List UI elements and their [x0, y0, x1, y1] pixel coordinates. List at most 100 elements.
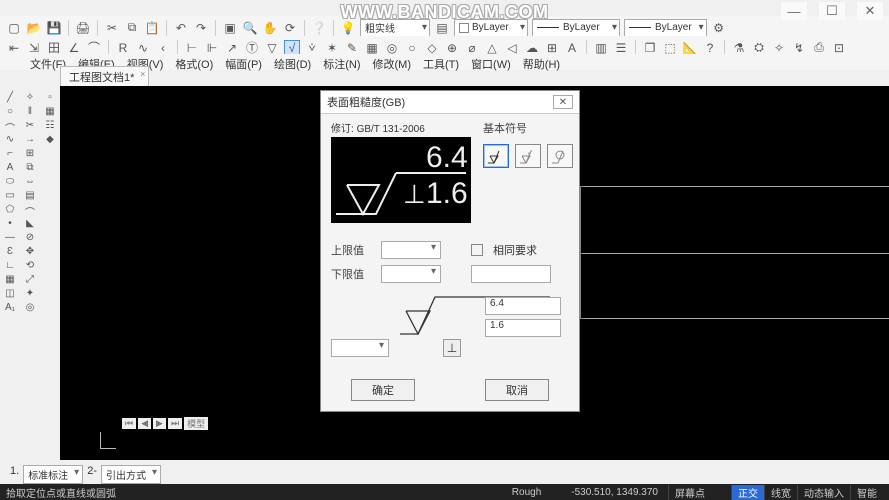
- angle-tool-icon[interactable]: ∟: [2, 260, 18, 273]
- refresh-icon[interactable]: ⟳: [282, 20, 298, 36]
- nav-next-icon[interactable]: ▶: [153, 418, 166, 429]
- copy-icon[interactable]: ⧉: [124, 20, 140, 36]
- upper-limit-combo[interactable]: [381, 241, 441, 259]
- symbol-option-1[interactable]: [483, 144, 509, 168]
- nav-last-icon[interactable]: ⏭: [168, 418, 182, 429]
- arc-tool-icon[interactable]: ⌒: [2, 120, 18, 133]
- scale-tool-icon[interactable]: ⤢: [22, 274, 38, 287]
- menu-tools[interactable]: 工具(T): [423, 56, 459, 68]
- move-tool-icon[interactable]: ✥: [22, 246, 38, 259]
- hatch-tool-icon[interactable]: ▦: [2, 274, 18, 287]
- menu-annotate[interactable]: 标注(N): [323, 56, 360, 68]
- cancel-button[interactable]: 取消: [485, 379, 549, 401]
- status-screenpoint[interactable]: 屏幕点: [668, 485, 711, 500]
- value-top-input[interactable]: 6.4: [485, 297, 561, 315]
- zoom-fit-icon[interactable]: ▣: [222, 20, 238, 36]
- rect-tool-icon[interactable]: ▭: [2, 190, 18, 203]
- model-tab[interactable]: 模型: [184, 417, 208, 430]
- mode-1-combo[interactable]: 标准标注: [23, 465, 83, 484]
- dialog-close-icon[interactable]: ✕: [553, 95, 573, 109]
- document-tab-label: 工程图文档1*: [69, 72, 134, 84]
- menu-frame[interactable]: 幅面(P): [225, 56, 262, 68]
- other-tool-icon[interactable]: ◎: [22, 302, 38, 315]
- construct-tool-icon[interactable]: ✧: [22, 92, 38, 105]
- maximize-button[interactable]: ☐: [819, 2, 845, 20]
- close-button[interactable]: ✕: [857, 2, 883, 20]
- menu-help[interactable]: 帮助(H): [523, 56, 560, 68]
- redo-icon[interactable]: ↷: [193, 20, 209, 36]
- help-icon[interactable]: ❔: [311, 20, 327, 36]
- status-bar: 拾取定位点或直线或圆弧 Rough -530.510, 1349.370 屏幕点…: [0, 484, 889, 500]
- line-tool-icon[interactable]: ╱: [2, 92, 18, 105]
- aux4-icon[interactable]: ◆: [42, 134, 58, 147]
- explode-tool-icon[interactable]: ✦: [22, 288, 38, 301]
- new-icon[interactable]: ▢: [6, 20, 22, 36]
- grid-tool-icon[interactable]: ⊞: [22, 148, 38, 161]
- text-tool-icon[interactable]: A: [2, 162, 18, 175]
- value-bottom-input[interactable]: 1.6: [485, 319, 561, 337]
- menu-modify[interactable]: 修改(M): [373, 56, 412, 68]
- zoom-window-icon[interactable]: 🔍: [242, 20, 258, 36]
- polyline-tool-icon[interactable]: ⌐: [2, 148, 18, 161]
- document-tab[interactable]: 工程图文档1* ×: [60, 66, 149, 87]
- dialog-titlebar[interactable]: 表面粗糙度(GB) ✕: [321, 91, 579, 114]
- cut-icon[interactable]: ✂: [104, 20, 120, 36]
- same-req-input[interactable]: [471, 265, 551, 283]
- pan-icon[interactable]: ✋: [262, 20, 278, 36]
- lower-limit-label: 下限值: [331, 266, 375, 282]
- symbol-option-3[interactable]: [547, 144, 573, 168]
- drawing-hline: [580, 253, 889, 254]
- perpendicular-button[interactable]: ⊥: [443, 339, 461, 357]
- circle-tool-icon[interactable]: ○: [2, 106, 18, 119]
- tool-icon[interactable]: ⚙: [711, 20, 727, 36]
- lower-limit-combo[interactable]: [381, 265, 441, 283]
- status-command: Rough: [512, 487, 541, 498]
- nav-first-icon[interactable]: ⏮: [122, 418, 136, 429]
- chamfer-tool-icon[interactable]: ◣: [22, 218, 38, 231]
- menu-window[interactable]: 窗口(W): [471, 56, 511, 68]
- minimize-button[interactable]: —: [781, 2, 807, 20]
- text2-tool-icon[interactable]: A₁: [2, 302, 18, 315]
- menu-draw[interactable]: 绘图(D): [274, 56, 311, 68]
- block-tool-icon[interactable]: ◫: [2, 288, 18, 301]
- break-tool-icon[interactable]: ⊘: [22, 232, 38, 245]
- drawing-hline3: [580, 318, 889, 319]
- nav-prev-icon[interactable]: ◀: [138, 418, 151, 429]
- status-smart[interactable]: 智能: [850, 485, 883, 500]
- drawing-hline2: [580, 186, 889, 187]
- point-tool-icon[interactable]: •: [2, 218, 18, 231]
- open-icon[interactable]: 📂: [26, 20, 42, 36]
- symbol-option-2[interactable]: ✓: [515, 144, 541, 168]
- trim-tool-icon[interactable]: ✂: [22, 120, 38, 133]
- line2-tool-icon[interactable]: —: [2, 232, 18, 245]
- lineweight-combo[interactable]: ByLayer: [624, 19, 707, 37]
- status-ortho[interactable]: 正交: [731, 485, 764, 500]
- mirror-tool-icon[interactable]: ⇔: [22, 176, 38, 189]
- menu-format[interactable]: 格式(O): [175, 56, 213, 68]
- extend-tool-icon[interactable]: →: [22, 134, 38, 147]
- dialog-title: 表面粗糙度(GB): [327, 94, 553, 110]
- rotate-tool-icon[interactable]: ⟲: [22, 260, 38, 273]
- lay-direction-combo[interactable]: [331, 339, 389, 357]
- paste-icon[interactable]: 📋: [144, 20, 160, 36]
- curve-tool-icon[interactable]: Ɛ: [2, 246, 18, 259]
- fillet-tool-icon[interactable]: ⌒: [22, 204, 38, 217]
- copy-tool-icon[interactable]: ⧉: [22, 162, 38, 175]
- mode-2-combo[interactable]: 引出方式: [101, 465, 161, 484]
- aux2-icon[interactable]: ▦: [42, 106, 58, 119]
- ok-button[interactable]: 确定: [351, 379, 415, 401]
- aux3-icon[interactable]: ☷: [42, 120, 58, 133]
- save-icon[interactable]: 💾: [46, 20, 62, 36]
- print-icon[interactable]: 🖨: [75, 20, 91, 36]
- status-lineweight[interactable]: 线宽: [764, 485, 797, 500]
- aux1-icon[interactable]: ▫: [42, 92, 58, 105]
- undo-icon[interactable]: ↶: [173, 20, 189, 36]
- same-req-checkbox[interactable]: [471, 244, 483, 256]
- status-dyninput[interactable]: 动态输入: [797, 485, 850, 500]
- shape-tool-icon[interactable]: ⬠: [2, 204, 18, 217]
- close-tab-icon[interactable]: ×: [140, 69, 145, 79]
- array-tool-icon[interactable]: ▤: [22, 190, 38, 203]
- spline-tool-icon[interactable]: ∿: [2, 134, 18, 147]
- offset-tool-icon[interactable]: ‖: [22, 106, 38, 119]
- ellipse-tool-icon[interactable]: ⬭: [2, 176, 18, 189]
